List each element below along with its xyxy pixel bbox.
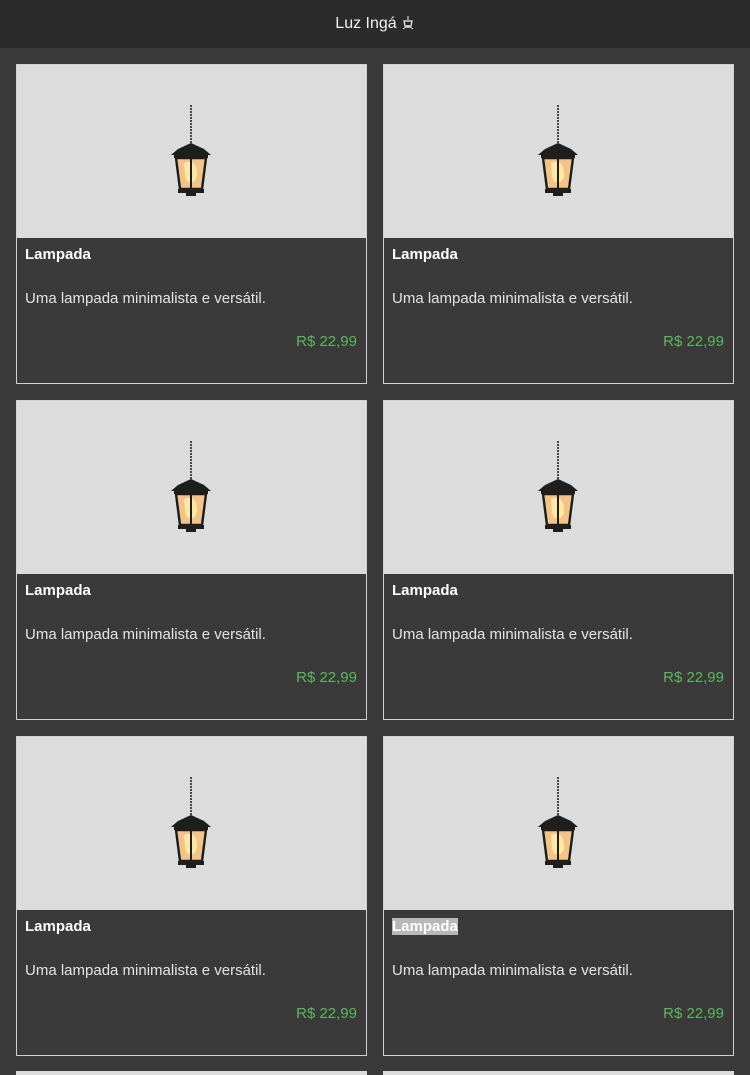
lantern-icon [171, 105, 211, 196]
product-description: Uma lampada minimalista e versátil. [25, 962, 266, 979]
product-description: Uma lampada minimalista e versátil. [25, 290, 266, 307]
product-card[interactable]: Lampada Uma lampada minimalista e versát… [383, 400, 734, 720]
product-image[interactable] [384, 401, 733, 574]
product-card[interactable]: Lampada Uma lampada minimalista e versát… [383, 736, 734, 1056]
product-description: Uma lampada minimalista e versátil. [25, 626, 266, 643]
product-description: Uma lampada minimalista e versátil. [392, 626, 633, 643]
lantern-icon [171, 777, 211, 868]
hanging-lamp-icon [402, 16, 413, 30]
lantern-icon [538, 777, 578, 868]
lantern-icon [171, 441, 211, 532]
next-card-peek-right [383, 1071, 734, 1075]
product-price: R$ 22,99 [663, 333, 724, 350]
product-description: Uma lampada minimalista e versátil. [392, 962, 633, 979]
next-card-peek-left [16, 1071, 367, 1075]
product-price: R$ 22,99 [296, 669, 357, 686]
product-price: R$ 22,99 [663, 669, 724, 686]
app-title: Luz Ingá [335, 15, 397, 32]
product-price: R$ 22,99 [663, 1005, 724, 1022]
lantern-icon [538, 105, 578, 196]
product-price: R$ 22,99 [296, 1005, 357, 1022]
product-card[interactable]: Lampada Uma lampada minimalista e versát… [383, 64, 734, 384]
product-image[interactable] [384, 737, 733, 910]
lantern-icon [538, 441, 578, 532]
product-name: Lampada [25, 918, 91, 935]
header-title-wrap: Luz Ingá [335, 15, 414, 33]
product-name: Lampada [392, 246, 458, 263]
product-image[interactable] [17, 737, 366, 910]
product-description: Uma lampada minimalista e versátil. [392, 290, 633, 307]
product-name: Lampada [392, 918, 458, 935]
product-image[interactable] [17, 401, 366, 574]
product-card[interactable]: Lampada Uma lampada minimalista e versát… [16, 64, 367, 384]
app-header: Luz Ingá [0, 0, 750, 48]
product-grid: Lampada Uma lampada minimalista e versát… [16, 64, 734, 1056]
product-image[interactable] [384, 65, 733, 238]
product-price: R$ 22,99 [296, 333, 357, 350]
product-name: Lampada [25, 246, 91, 263]
product-card[interactable]: Lampada Uma lampada minimalista e versát… [16, 400, 367, 720]
product-image[interactable] [17, 65, 366, 238]
product-name: Lampada [25, 582, 91, 599]
product-card[interactable]: Lampada Uma lampada minimalista e versát… [16, 736, 367, 1056]
product-name: Lampada [392, 582, 458, 599]
